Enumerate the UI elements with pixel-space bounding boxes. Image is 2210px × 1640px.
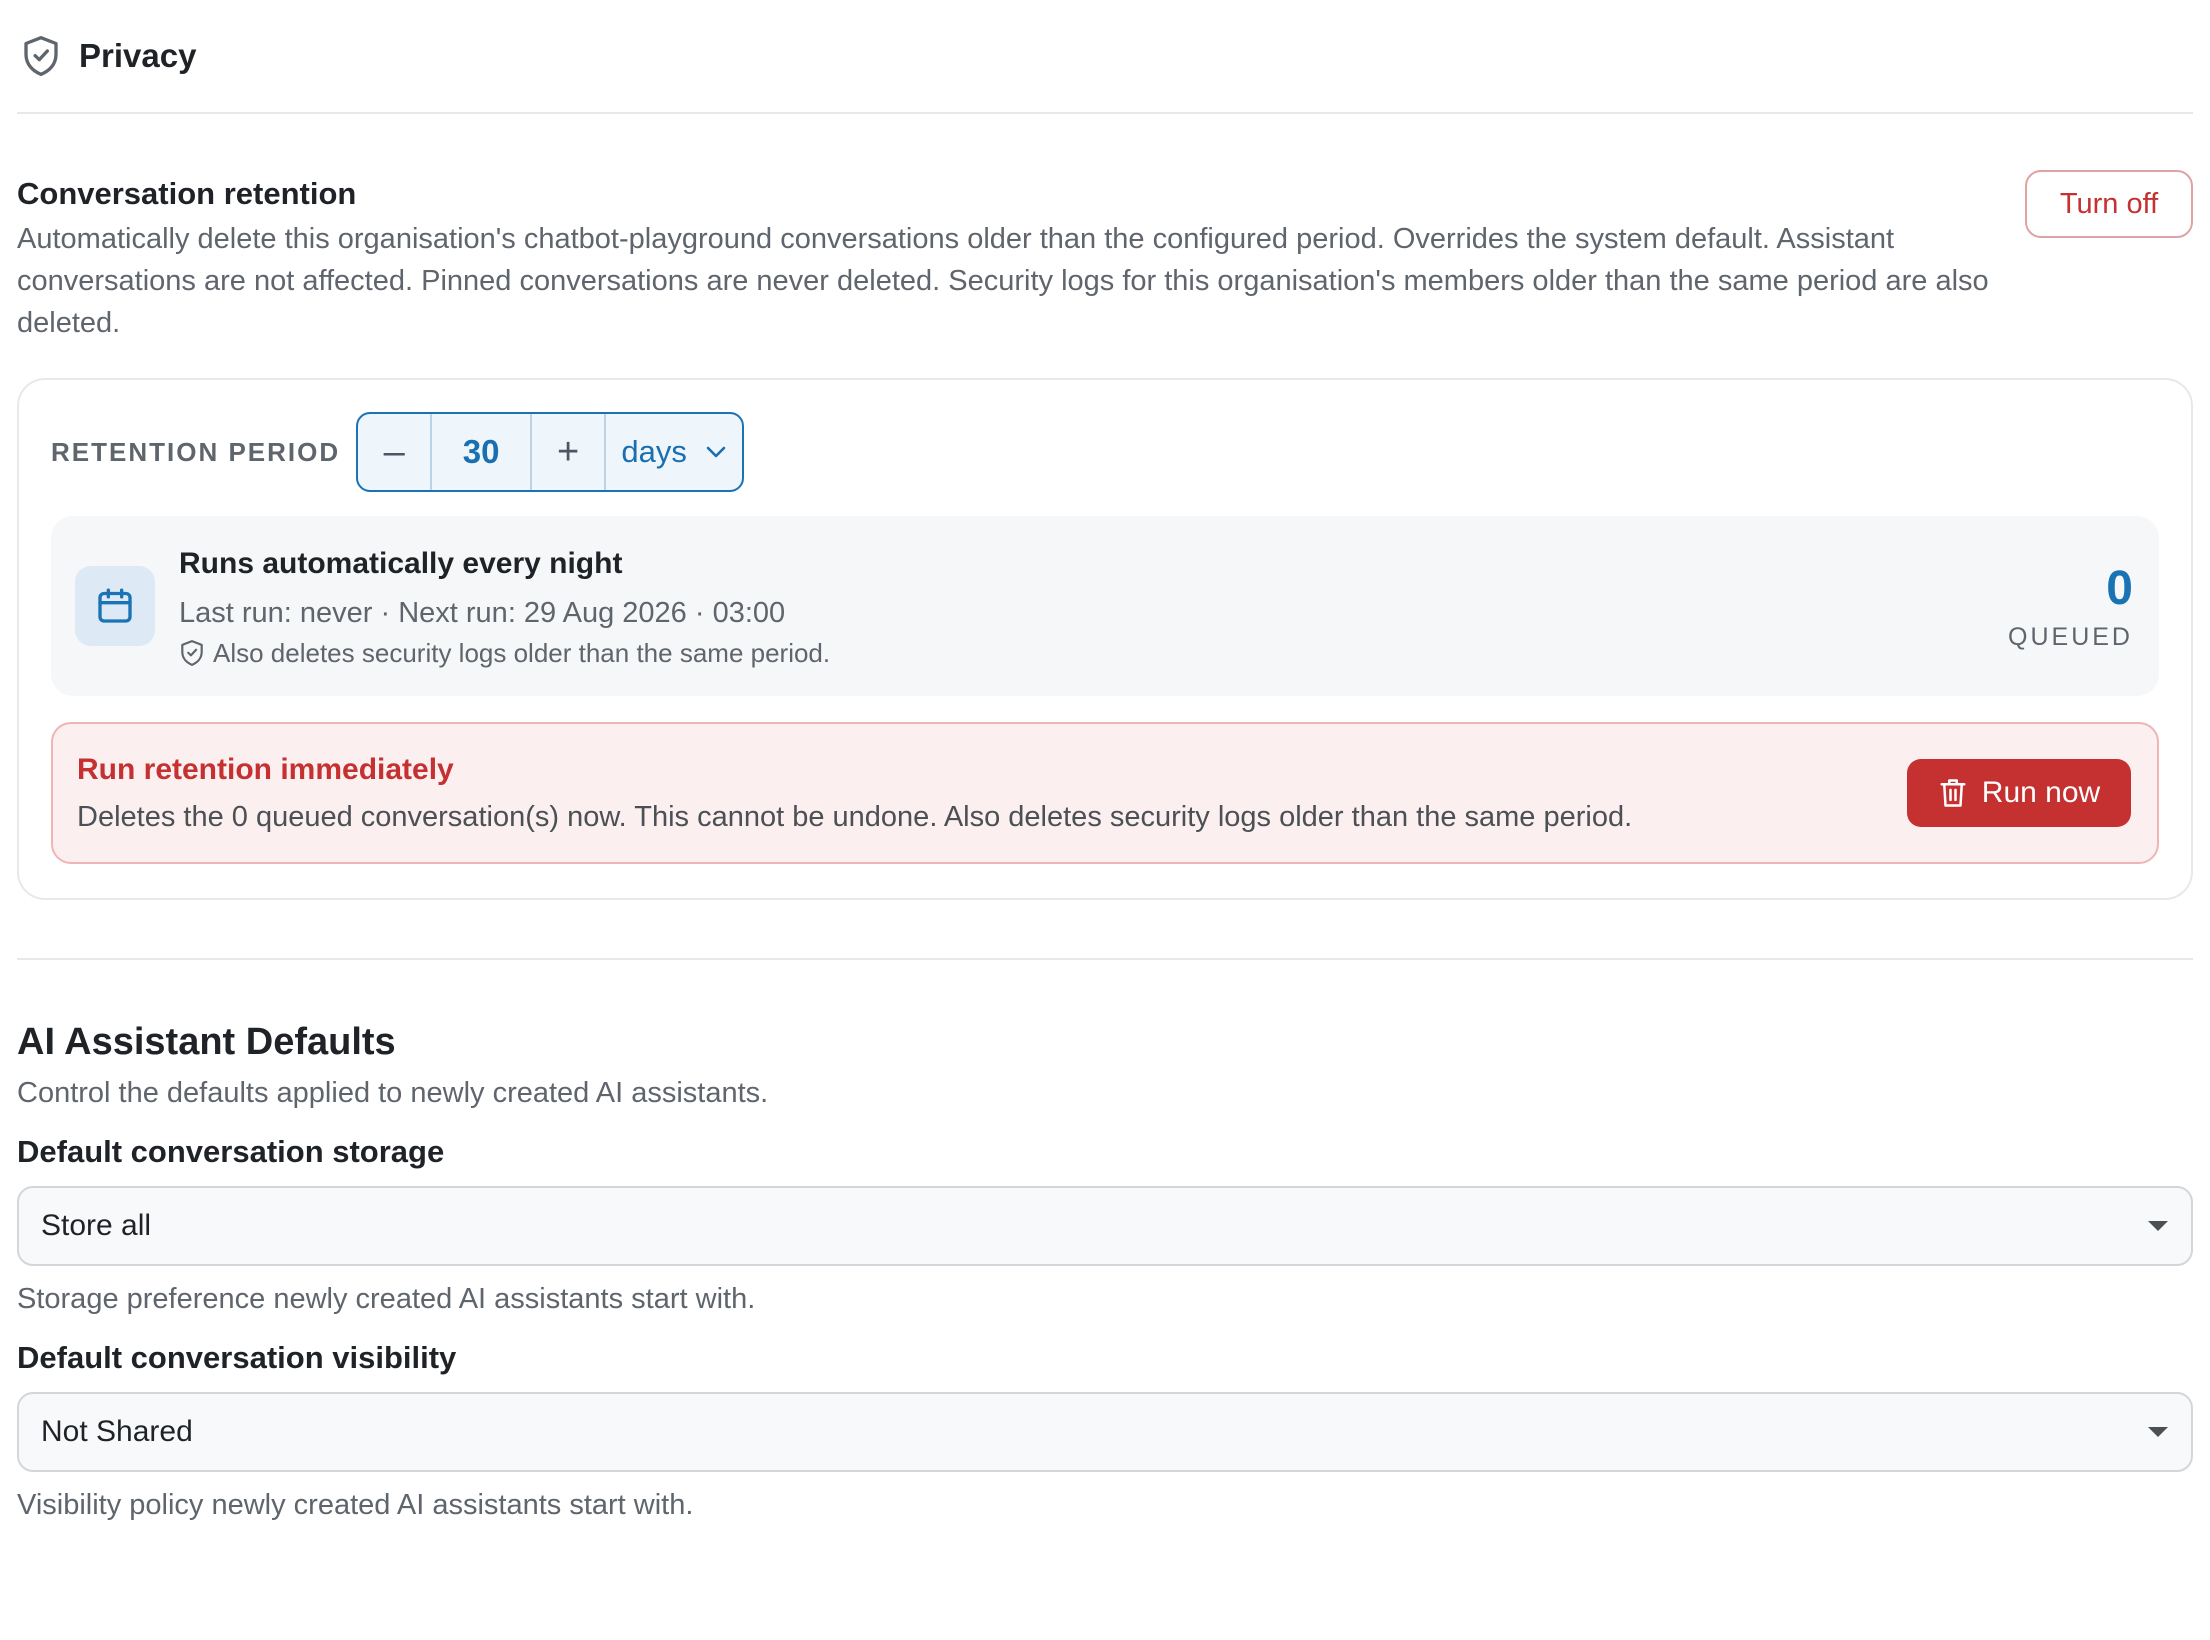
- queued-count: 0: [2106, 561, 2133, 615]
- decrement-button[interactable]: –: [358, 414, 433, 490]
- storage-help-text: Storage preference newly created AI assi…: [17, 1283, 756, 1315]
- ai-defaults-section: AI Assistant Defaults Control the defaul…: [17, 1018, 2193, 1524]
- ai-defaults-title: AI Assistant Defaults: [17, 1021, 396, 1063]
- storage-field-label: Default conversation storage: [17, 1134, 445, 1169]
- retention-description: Automatically delete this organisation's…: [17, 223, 1989, 339]
- danger-text: Run retention immediately Deletes the 0 …: [77, 750, 1632, 836]
- schedule-title: Runs automatically every night: [179, 546, 623, 580]
- run-now-button[interactable]: Run now: [1907, 759, 2131, 827]
- storage-select-value: Store all: [41, 1209, 152, 1242]
- danger-description: Deletes the 0 queued conversation(s) now…: [77, 801, 1633, 833]
- schedule-text: Runs automatically every night Last run:…: [179, 544, 2008, 669]
- retention-period-row: RETENTION PERIOD – 30 + days: [51, 412, 2159, 492]
- visibility-help-text: Visibility policy newly created AI assis…: [17, 1489, 694, 1521]
- retention-title: Conversation retention: [17, 176, 357, 211]
- queued-label: QUEUED: [2008, 622, 2133, 651]
- page-title: Privacy: [79, 37, 197, 74]
- privacy-settings-page: Privacy Conversation retention Automatic…: [0, 0, 2210, 1640]
- calendar-tile: [75, 566, 155, 646]
- queued-counter: 0 QUEUED: [2008, 561, 2133, 652]
- section-divider: [17, 958, 2193, 960]
- retention-period-stepper: – 30 + days: [356, 412, 745, 492]
- schedule-note-text: Also deletes security logs older than th…: [213, 637, 831, 668]
- ai-defaults-description: Control the defaults applied to newly cr…: [17, 1077, 769, 1109]
- visibility-field-label: Default conversation visibility: [17, 1340, 457, 1375]
- danger-title: Run retention immediately: [77, 753, 454, 786]
- visibility-select[interactable]: Not Shared: [17, 1392, 2193, 1472]
- caret-down-icon: [2148, 1427, 2168, 1437]
- retention-text: Conversation retention Automatically del…: [17, 174, 2007, 344]
- caret-down-icon: [2148, 1221, 2168, 1231]
- run-now-label: Run now: [1981, 776, 2101, 809]
- retention-period-label: RETENTION PERIOD: [51, 436, 341, 467]
- increment-button[interactable]: +: [532, 414, 607, 490]
- retention-header: Conversation retention Automatically del…: [17, 170, 2193, 344]
- page-header: Privacy: [17, 0, 2193, 114]
- retention-card: RETENTION PERIOD – 30 + days Runs automa…: [17, 378, 2193, 900]
- shield-check-icon: [24, 36, 58, 76]
- schedule-note: Also deletes security logs older than th…: [179, 638, 2008, 669]
- trash-icon: [1940, 779, 1966, 807]
- period-unit-value: days: [621, 434, 687, 469]
- run-now-danger-box: Run retention immediately Deletes the 0 …: [51, 722, 2159, 864]
- period-unit-select[interactable]: days: [606, 414, 742, 490]
- shield-check-icon: [181, 640, 203, 666]
- chevron-down-icon: [706, 446, 726, 458]
- storage-select[interactable]: Store all: [17, 1186, 2193, 1266]
- turn-off-button[interactable]: Turn off: [2025, 170, 2193, 238]
- visibility-select-value: Not Shared: [41, 1415, 193, 1448]
- retention-period-value[interactable]: 30: [432, 414, 533, 490]
- calendar-icon: [98, 588, 132, 623]
- schedule-run-info: Last run: never · Next run: 29 Aug 2026 …: [179, 596, 786, 629]
- schedule-info-box: Runs automatically every night Last run:…: [51, 516, 2159, 696]
